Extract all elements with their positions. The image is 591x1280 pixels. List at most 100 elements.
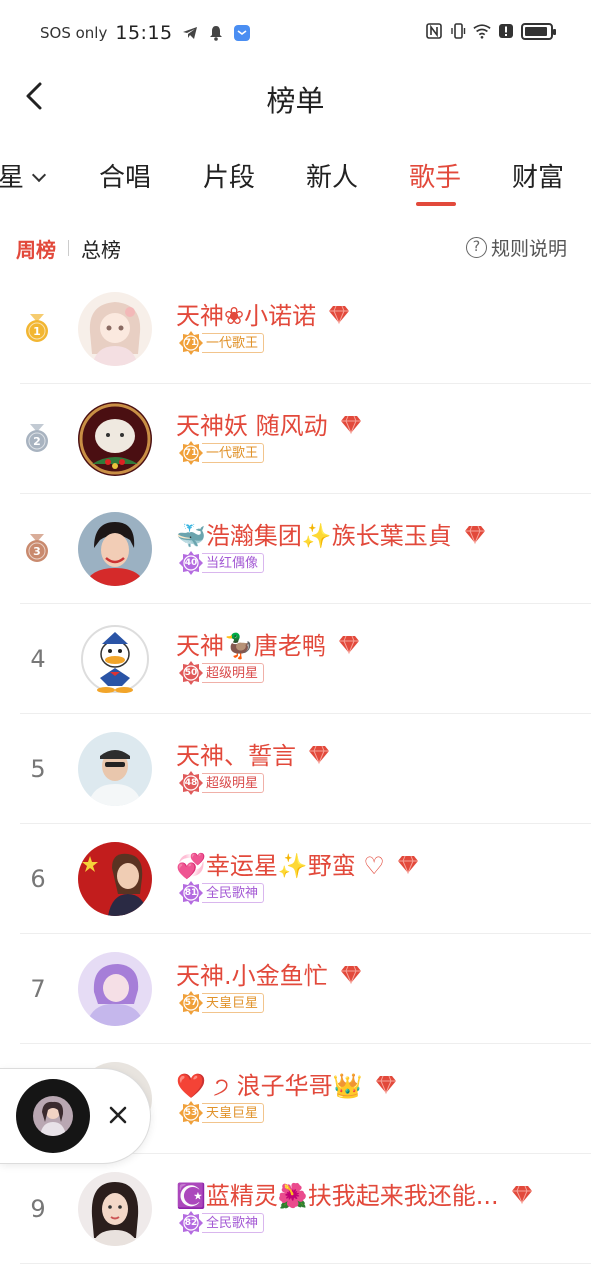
level-badge: 82 全民歌神 xyxy=(178,1211,265,1235)
level-number: 82 xyxy=(184,1218,198,1228)
level-title: 一代歌王 xyxy=(202,333,265,353)
singer-name-text: 天神、誓言 xyxy=(176,742,296,770)
tab-label: 歌手 xyxy=(409,163,462,193)
level-badge: 48 超级明星 xyxy=(178,770,265,796)
singer-name[interactable]: 天神妖 随风动 xyxy=(176,406,362,441)
mini-player[interactable] xyxy=(0,1068,151,1164)
tab-wealth[interactable]: 财富 xyxy=(512,150,564,206)
diamond-icon xyxy=(340,963,362,985)
category-tabs: 星 合唱 片段 新人 歌手 财富 xyxy=(0,150,591,206)
avatar[interactable] xyxy=(78,512,152,586)
clock: 15:15 xyxy=(115,22,173,44)
rules-label: 规则说明 xyxy=(490,238,567,260)
singer-name[interactable]: 天神、誓言 xyxy=(176,736,330,771)
singer-name-text: 🐳浩瀚集团✨族长葉玉貞 xyxy=(176,522,452,550)
level-title: 超级明星 xyxy=(202,773,265,793)
singer-name-text: 天神❀小诺诺 xyxy=(176,302,317,330)
level-title: 全民歌神 xyxy=(202,883,265,903)
diamond-icon xyxy=(308,743,330,765)
level-badge-icon: 48 xyxy=(178,770,204,796)
singer-name[interactable]: ❤️ ੭ 浪子华哥👑 xyxy=(176,1066,397,1101)
tab-newcomers[interactable]: 新人 xyxy=(306,150,358,206)
diamond-icon xyxy=(328,303,350,325)
avatar[interactable] xyxy=(78,1172,152,1246)
chevron-down-icon xyxy=(31,167,47,183)
level-number: 71 xyxy=(184,338,198,348)
avatar[interactable] xyxy=(78,402,152,476)
ranking-row[interactable]: 6 💞幸运星✨野蛮 ♡ 81 全民歌神 xyxy=(0,824,591,934)
singer-name[interactable]: 天神🦆唐老鸭 xyxy=(176,626,360,661)
tab-clips[interactable]: 片段 xyxy=(203,150,255,206)
playing-disc[interactable] xyxy=(16,1079,90,1153)
singer-name[interactable]: 🐳浩瀚集团✨族长葉玉貞 xyxy=(176,516,486,551)
divider xyxy=(68,240,69,256)
ranking-row[interactable]: 9 ☪️蓝精灵🌺扶我起来我还能... 82 全民歌神 xyxy=(0,1154,591,1264)
medal-rank: 1 xyxy=(33,325,41,338)
ranking-row[interactable]: 3 🐳浩瀚集团✨族长葉玉貞 40 当红偶像 xyxy=(0,494,591,604)
singer-name-text: 💞幸运星✨野蛮 ♡ xyxy=(176,852,385,880)
total-tab[interactable]: 总榜 xyxy=(81,234,121,263)
avatar[interactable] xyxy=(78,842,152,916)
singer-name[interactable]: 天神.小金鱼忙 xyxy=(176,956,362,991)
tab-singers[interactable]: 歌手 xyxy=(409,150,461,206)
level-badge-icon: 40 xyxy=(178,550,204,576)
ranking-row[interactable]: 7 天神.小金鱼忙 57 天皇巨星 xyxy=(0,934,591,1044)
diamond-icon xyxy=(338,633,360,655)
singer-name[interactable]: ☪️蓝精灵🌺扶我起来我还能... xyxy=(176,1176,533,1211)
close-icon[interactable] xyxy=(104,1101,132,1129)
diamond-icon xyxy=(464,523,486,545)
level-title: 天皇巨星 xyxy=(202,993,265,1013)
singer-name[interactable]: 天神❀小诺诺 xyxy=(176,296,350,331)
level-title: 天皇巨星 xyxy=(202,1103,265,1123)
ranking-row[interactable]: 4 天神🦆唐老鸭 50 超级明星 xyxy=(0,604,591,714)
vibrate-icon xyxy=(451,23,466,39)
level-badge: 57 天皇巨星 xyxy=(178,991,265,1015)
rank-number: 4 xyxy=(30,645,46,673)
singer-name-text: 天神.小金鱼忙 xyxy=(176,962,328,990)
level-number: 40 xyxy=(184,558,198,568)
weekly-tab[interactable]: 周榜 xyxy=(16,234,56,263)
ranking-row[interactable]: 5 天神、誓言 48 超级明星 xyxy=(0,714,591,824)
rules-button[interactable]: ? 规则说明 xyxy=(465,234,567,261)
avatar[interactable] xyxy=(78,292,152,366)
silver-medal-icon: 2 xyxy=(24,424,50,454)
header: 榜单 xyxy=(0,64,591,128)
level-number: 48 xyxy=(184,778,198,788)
diamond-icon xyxy=(340,413,362,435)
ranking-row[interactable]: 1 天神❀小诺诺 71 一代歌王 xyxy=(0,274,591,384)
tab-label: 财富 xyxy=(512,163,565,193)
carrier-text: SOS only xyxy=(40,24,108,42)
tab-chorus[interactable]: 合唱 xyxy=(99,150,151,206)
tab-star[interactable]: 星 xyxy=(0,150,47,206)
level-badge-icon: 71 xyxy=(178,440,204,466)
wifi-icon xyxy=(473,24,491,39)
rank-number: 9 xyxy=(30,1195,46,1223)
level-title: 超级明星 xyxy=(202,663,265,683)
level-number: 71 xyxy=(184,448,198,458)
avatar[interactable] xyxy=(78,732,152,806)
level-number: 50 xyxy=(184,668,198,678)
level-title: 当红偶像 xyxy=(202,553,265,573)
rank-number: 5 xyxy=(30,755,46,783)
nfc-icon xyxy=(426,23,442,39)
status-bar: SOS only 15:15 xyxy=(0,0,591,64)
app-notification-icon xyxy=(233,25,250,41)
question-icon: ? xyxy=(465,237,487,258)
level-badge: 71 一代歌王 xyxy=(178,440,265,466)
level-badge: 40 当红偶像 xyxy=(178,550,265,576)
avatar[interactable] xyxy=(78,952,152,1026)
level-badge-icon: 71 xyxy=(178,330,204,356)
singer-name[interactable]: 💞幸运星✨野蛮 ♡ xyxy=(176,846,419,881)
level-badge: 53 天皇巨星 xyxy=(178,1100,265,1126)
level-badge: 50 超级明星 xyxy=(178,661,265,685)
gold-medal-icon: 1 xyxy=(24,314,50,344)
avatar[interactable] xyxy=(78,622,152,696)
tab-label: 合唱 xyxy=(99,163,152,193)
level-number: 53 xyxy=(184,1108,198,1118)
ranking-row[interactable]: 2 天神妖 随风动 71 一代歌王 xyxy=(0,384,591,494)
bronze-medal-icon: 3 xyxy=(24,534,50,564)
tab-label: 片段 xyxy=(203,163,256,193)
bell-icon xyxy=(209,26,222,41)
medal-rank: 3 xyxy=(33,545,41,558)
level-badge-icon: 53 xyxy=(178,1100,204,1126)
